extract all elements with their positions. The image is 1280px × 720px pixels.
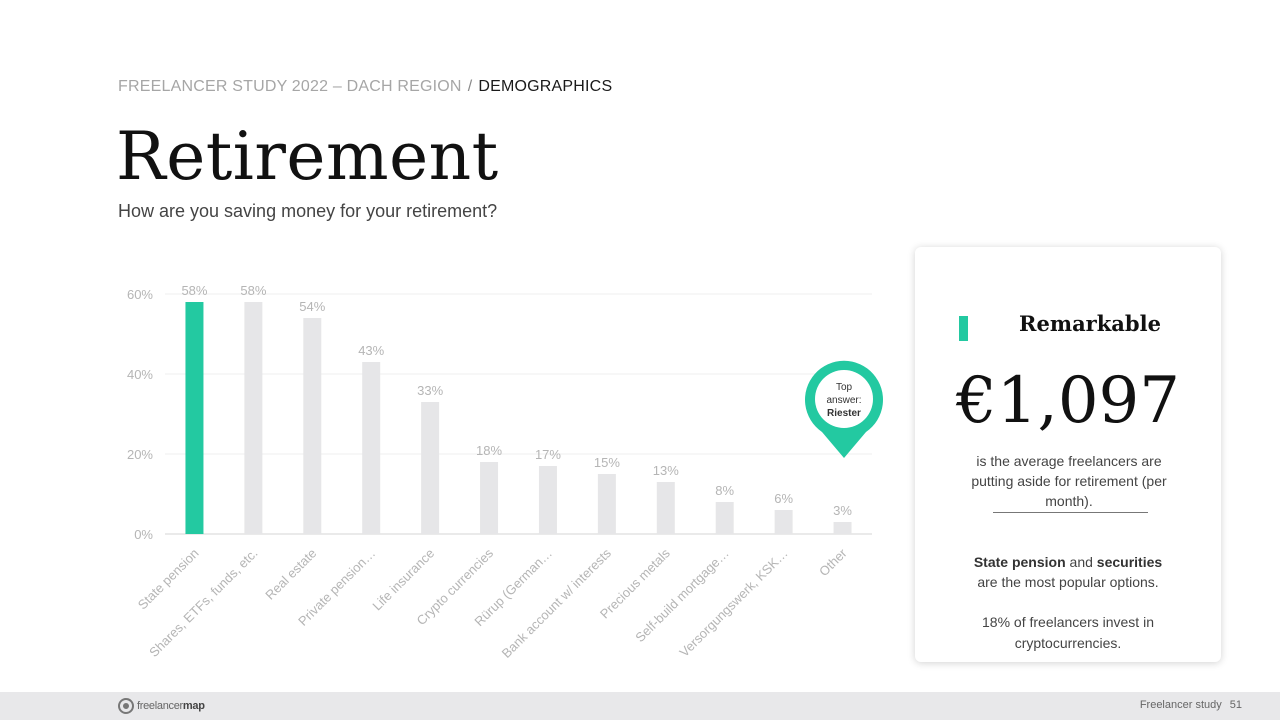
data-label: 58% bbox=[181, 283, 207, 298]
logo-text: freelancermap bbox=[137, 700, 205, 712]
card-divider bbox=[993, 512, 1148, 513]
breadcrumb-section: FREELANCER STUDY 2022 – DACH REGION bbox=[118, 78, 462, 95]
x-tick-label: Shares, ETFs, funds, etc. bbox=[146, 546, 260, 660]
bar bbox=[480, 462, 499, 534]
x-tick-label: Real estate bbox=[262, 546, 319, 603]
data-label: 58% bbox=[240, 283, 266, 298]
data-label: 3% bbox=[833, 503, 852, 518]
y-tick-label: 40% bbox=[127, 367, 153, 382]
footer-study-label: Freelancer study bbox=[1139, 699, 1222, 711]
data-label: 54% bbox=[299, 299, 325, 314]
footer: freelancermap Freelancer study 51 bbox=[0, 692, 1280, 720]
bar bbox=[303, 318, 322, 534]
bar bbox=[421, 402, 440, 534]
card-heading: Remarkable bbox=[1019, 311, 1161, 336]
breadcrumb-current: DEMOGRAPHICS bbox=[478, 78, 613, 95]
bar bbox=[597, 474, 616, 534]
pin-annotation-text: Top bbox=[836, 382, 853, 393]
logo-mark-icon bbox=[118, 698, 134, 714]
breadcrumb-separator: / bbox=[467, 78, 473, 95]
freelancermap-logo: freelancermap bbox=[118, 698, 205, 714]
bar bbox=[774, 510, 793, 534]
card-note-popular: State pension and securities are the mos… bbox=[935, 552, 1201, 592]
pin-annotation-text: answer: bbox=[826, 395, 861, 406]
bar bbox=[715, 502, 734, 534]
page-number: 51 bbox=[1229, 699, 1242, 711]
data-label: 6% bbox=[774, 491, 793, 506]
note-and: and bbox=[1065, 554, 1097, 570]
note-bold-state-pension: State pension bbox=[973, 554, 1066, 570]
card-note-crypto: 18% of freelancers invest in cryptocurre… bbox=[982, 614, 1154, 651]
card-description: is the average freelancers are putting a… bbox=[971, 453, 1167, 509]
y-tick-label: 20% bbox=[127, 447, 153, 462]
bar bbox=[833, 522, 852, 534]
bar bbox=[538, 466, 557, 534]
x-tick-label: Versorgungswerk, KSK… bbox=[676, 546, 790, 660]
bar bbox=[185, 302, 204, 534]
pin-annotation-text: Riester bbox=[827, 408, 861, 419]
y-tick-label: 60% bbox=[127, 287, 153, 302]
bar bbox=[656, 482, 675, 534]
data-label: 43% bbox=[358, 343, 384, 358]
card-accent-bar bbox=[959, 316, 968, 341]
x-tick-label: State pension bbox=[135, 546, 202, 613]
data-label: 18% bbox=[476, 443, 502, 458]
y-tick-label: 0% bbox=[134, 527, 153, 542]
data-label: 17% bbox=[535, 447, 561, 462]
bar bbox=[244, 302, 263, 534]
note-rest: are the most popular options. bbox=[977, 574, 1159, 590]
page-subtitle: How are you saving money for your retire… bbox=[118, 201, 498, 221]
data-label: 13% bbox=[653, 463, 679, 478]
data-label: 8% bbox=[715, 483, 734, 498]
note-bold-securities: securities bbox=[1096, 554, 1163, 570]
retirement-bar-chart: 0% 20% 40% 60% 58% State pension 58% Shares, ET… bbox=[127, 283, 884, 661]
x-tick-label: Bank account w/ interests bbox=[499, 545, 615, 661]
data-label: 33% bbox=[417, 383, 443, 398]
footer-right: Freelancer study 51 bbox=[1140, 699, 1242, 711]
breadcrumb: FREELANCER STUDY 2022 – DACH REGION / DEMO… bbox=[118, 78, 612, 96]
x-tick-label: Other bbox=[816, 545, 850, 579]
card-big-value: €1,097 bbox=[956, 364, 1180, 438]
data-label: 15% bbox=[594, 455, 620, 470]
page-title: Retirement bbox=[116, 118, 499, 195]
bar bbox=[362, 362, 381, 534]
remarkable-card: Remarkable €1,097 is the average freelan… bbox=[915, 247, 1221, 662]
